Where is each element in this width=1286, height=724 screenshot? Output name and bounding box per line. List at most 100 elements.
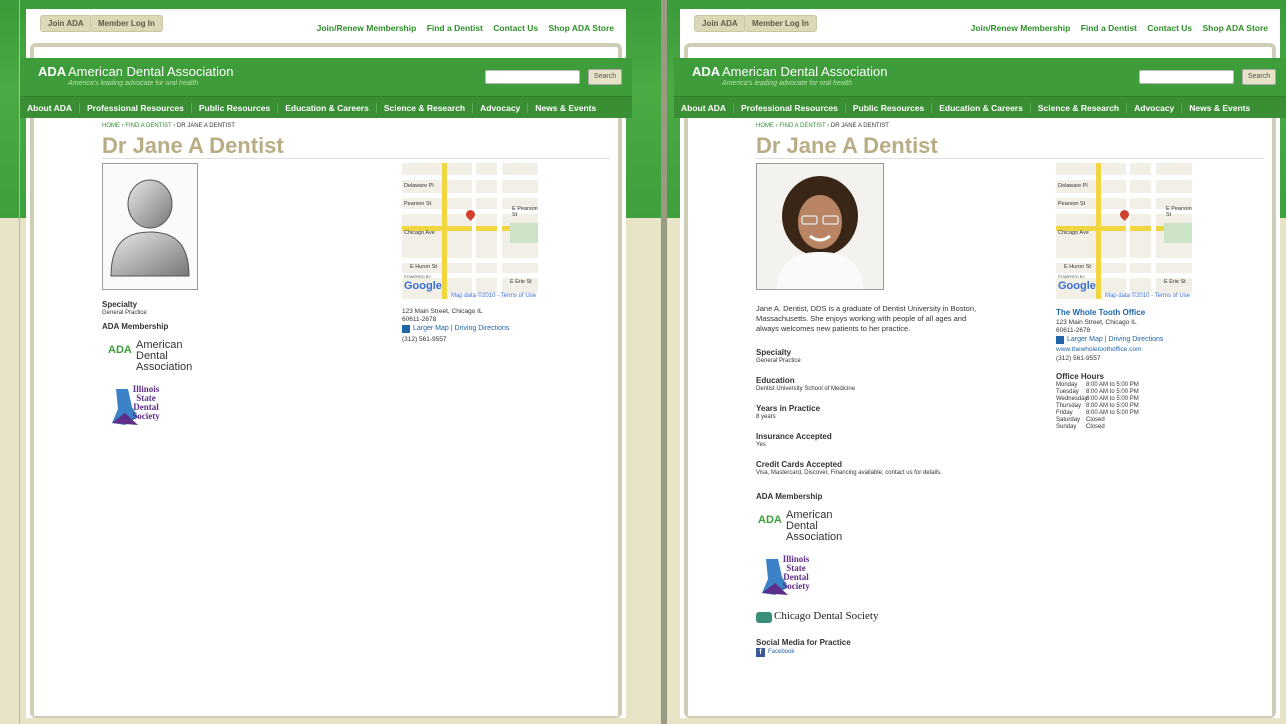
left-page: Join ADA Member Log In Join/Renew Member… xyxy=(20,9,632,718)
shop-store-link[interactable]: Shop ADA Store xyxy=(1203,23,1268,33)
map-link-icon xyxy=(402,325,410,333)
ada-membership-logo: ADA American Dental Association xyxy=(108,339,193,373)
find-dentist-link[interactable]: Find a Dentist xyxy=(427,23,483,33)
profile-content: HOME › FIND A DENTIST › DR JANE A DENTIS… xyxy=(34,118,618,716)
cards-value: Visa, Mastercard, Discover, Financing av… xyxy=(756,470,942,476)
specialty-value: General Practice xyxy=(102,310,147,316)
page-frame: ADA American Dental Association America'… xyxy=(674,43,1286,718)
find-dentist-link[interactable]: Find a Dentist xyxy=(1081,23,1137,33)
office-name[interactable]: The Whole Tooth Office xyxy=(1056,308,1145,317)
map-link-icon xyxy=(1056,336,1064,344)
insurance-value: Yes xyxy=(756,442,766,448)
hours-row: Thursday 8:00 AM to 5:00 PM xyxy=(1056,403,1139,409)
brand-tagline: America's leading advocate for oral heal… xyxy=(722,80,853,87)
years-label: Years in Practice xyxy=(756,404,821,413)
phone: (312) 561-9557 xyxy=(402,336,447,343)
map-data-credit[interactable]: Map data ©2010 - Terms of Use xyxy=(448,293,538,299)
cards-label: Credit Cards Accepted xyxy=(756,460,842,469)
membership-label: ADA Membership xyxy=(102,322,169,331)
nav-about[interactable]: About ADA xyxy=(20,102,81,113)
nav-news[interactable]: News & Events xyxy=(1182,103,1257,113)
search-input[interactable] xyxy=(485,70,580,84)
brand-bar: ADA American Dental Association America'… xyxy=(674,58,1286,96)
cds-name: Chicago Dental Society xyxy=(774,610,879,622)
top-links: Join/Renew Membership Find a Dentist Con… xyxy=(309,23,614,33)
hours-label: Office Hours xyxy=(1056,372,1105,381)
insurance-label: Insurance Accepted xyxy=(756,432,832,441)
crumb-find[interactable]: FIND A DENTIST xyxy=(779,123,825,129)
map-links[interactable]: Larger Map | Driving Directions xyxy=(1067,336,1163,343)
nav-news[interactable]: News & Events xyxy=(528,103,603,113)
nav-education[interactable]: Education & Careers xyxy=(932,102,1031,113)
isds-logo: Illinois State Dental Society xyxy=(760,555,830,599)
portrait-image xyxy=(757,164,883,289)
brand-name: American Dental Association xyxy=(722,64,888,79)
person-icon xyxy=(110,179,190,277)
crumb-find[interactable]: FIND A DENTIST xyxy=(125,123,171,129)
page-frame: ADA American Dental Association America'… xyxy=(20,43,632,718)
avatar-placeholder xyxy=(102,163,198,290)
crumb-home[interactable]: HOME xyxy=(756,123,774,129)
nav-public[interactable]: Public Resources xyxy=(192,102,279,113)
address-line2: 60611-2678 xyxy=(1056,327,1091,334)
page-title: Dr Jane A Dentist xyxy=(102,133,284,158)
nav-professional[interactable]: Professional Resources xyxy=(734,102,846,113)
brand-bar: ADA American Dental Association America'… xyxy=(20,58,632,96)
hours-row: Tuesday 8:00 AM to 5:00 PM xyxy=(1056,389,1139,395)
crumb-home[interactable]: HOME xyxy=(102,123,120,129)
hours-table: Monday 8:00 AM to 5:00 PM Tuesday 8:00 AM … xyxy=(1056,382,1176,431)
nav-education[interactable]: Education & Careers xyxy=(278,102,377,113)
nav-science[interactable]: Science & Research xyxy=(1031,102,1128,113)
ada-logo[interactable]: ADA xyxy=(692,64,720,79)
right-page: Join ADA Member Log In Join/Renew Member… xyxy=(674,9,1286,718)
main-nav: About ADA Professional Resources Public … xyxy=(20,96,632,118)
membership-label: ADA Membership xyxy=(756,492,823,501)
nav-professional[interactable]: Professional Resources xyxy=(80,102,192,113)
website-link[interactable]: www.thewholetoothoffice.com xyxy=(1056,346,1142,353)
top-links: Join/Renew Membership Find a Dentist Con… xyxy=(963,23,1268,33)
nav-science[interactable]: Science & Research xyxy=(377,102,474,113)
member-login-button[interactable]: Member Log In xyxy=(744,15,817,32)
breadcrumb: HOME › FIND A DENTIST › DR JANE A DENTIS… xyxy=(102,123,235,129)
title-divider xyxy=(756,158,1264,159)
breadcrumb: HOME › FIND A DENTIST › DR JANE A DENTIS… xyxy=(756,123,889,129)
join-renew-link[interactable]: Join/Renew Membership xyxy=(971,23,1071,33)
contact-us-link[interactable]: Contact Us xyxy=(493,23,538,33)
search-button[interactable]: Search xyxy=(1242,69,1276,85)
location-map[interactable]: Delaware Pl Pearson St Chicago Ave E Hur… xyxy=(402,163,538,299)
address-line2: 60611-2678 xyxy=(402,316,437,323)
member-login-button[interactable]: Member Log In xyxy=(90,15,163,32)
specialty-label: Specialty xyxy=(756,348,792,357)
bio-text: Jane A. Dentist, DDS is a graduate of De… xyxy=(756,304,977,333)
join-renew-link[interactable]: Join/Renew Membership xyxy=(317,23,417,33)
location-map[interactable]: Delaware Pl Pearson St Chicago Ave E Hur… xyxy=(1056,163,1192,299)
hours-row: Monday 8:00 AM to 5:00 PM xyxy=(1056,382,1139,388)
contact-us-link[interactable]: Contact Us xyxy=(1147,23,1192,33)
ada-logo[interactable]: ADA xyxy=(38,64,66,79)
join-ada-button[interactable]: Join ADA xyxy=(694,15,746,32)
isds-logo: Illinois State Dental Society xyxy=(110,385,180,429)
page-title: Dr Jane A Dentist xyxy=(756,133,938,158)
brand-tagline: America's leading advocate for oral heal… xyxy=(68,80,199,87)
crumb-current: DR JANE A DENTIST xyxy=(830,123,889,129)
facebook-link[interactable]: Facebook xyxy=(768,649,794,655)
shop-store-link[interactable]: Shop ADA Store xyxy=(549,23,614,33)
main-nav: About ADA Professional Resources Public … xyxy=(674,96,1286,118)
search-input[interactable] xyxy=(1139,70,1234,84)
search-button[interactable]: Search xyxy=(588,69,622,85)
nav-advocacy[interactable]: Advocacy xyxy=(1127,102,1183,113)
join-ada-button[interactable]: Join ADA xyxy=(40,15,92,32)
phone: (312) 561-9557 xyxy=(1056,355,1101,362)
ada-membership-logo: ADA American Dental Association xyxy=(758,509,843,543)
nav-about[interactable]: About ADA xyxy=(674,102,735,113)
map-links[interactable]: Larger Map | Driving Directions xyxy=(413,325,509,332)
title-divider xyxy=(102,158,610,159)
map-data-credit[interactable]: Map data ©2010 - Terms of Use xyxy=(1102,293,1192,299)
facebook-icon[interactable]: f xyxy=(756,648,765,657)
nav-public[interactable]: Public Resources xyxy=(846,102,933,113)
hours-row: Wednesday 8:00 AM to 5:00 PM xyxy=(1056,396,1139,402)
nav-advocacy[interactable]: Advocacy xyxy=(473,102,529,113)
address-line1: 123 Main Street, Chicago IL xyxy=(1056,319,1137,326)
hours-row: Friday 8:00 AM to 5:00 PM xyxy=(1056,410,1139,416)
education-value: Dentist University School of Medicine xyxy=(756,386,856,392)
